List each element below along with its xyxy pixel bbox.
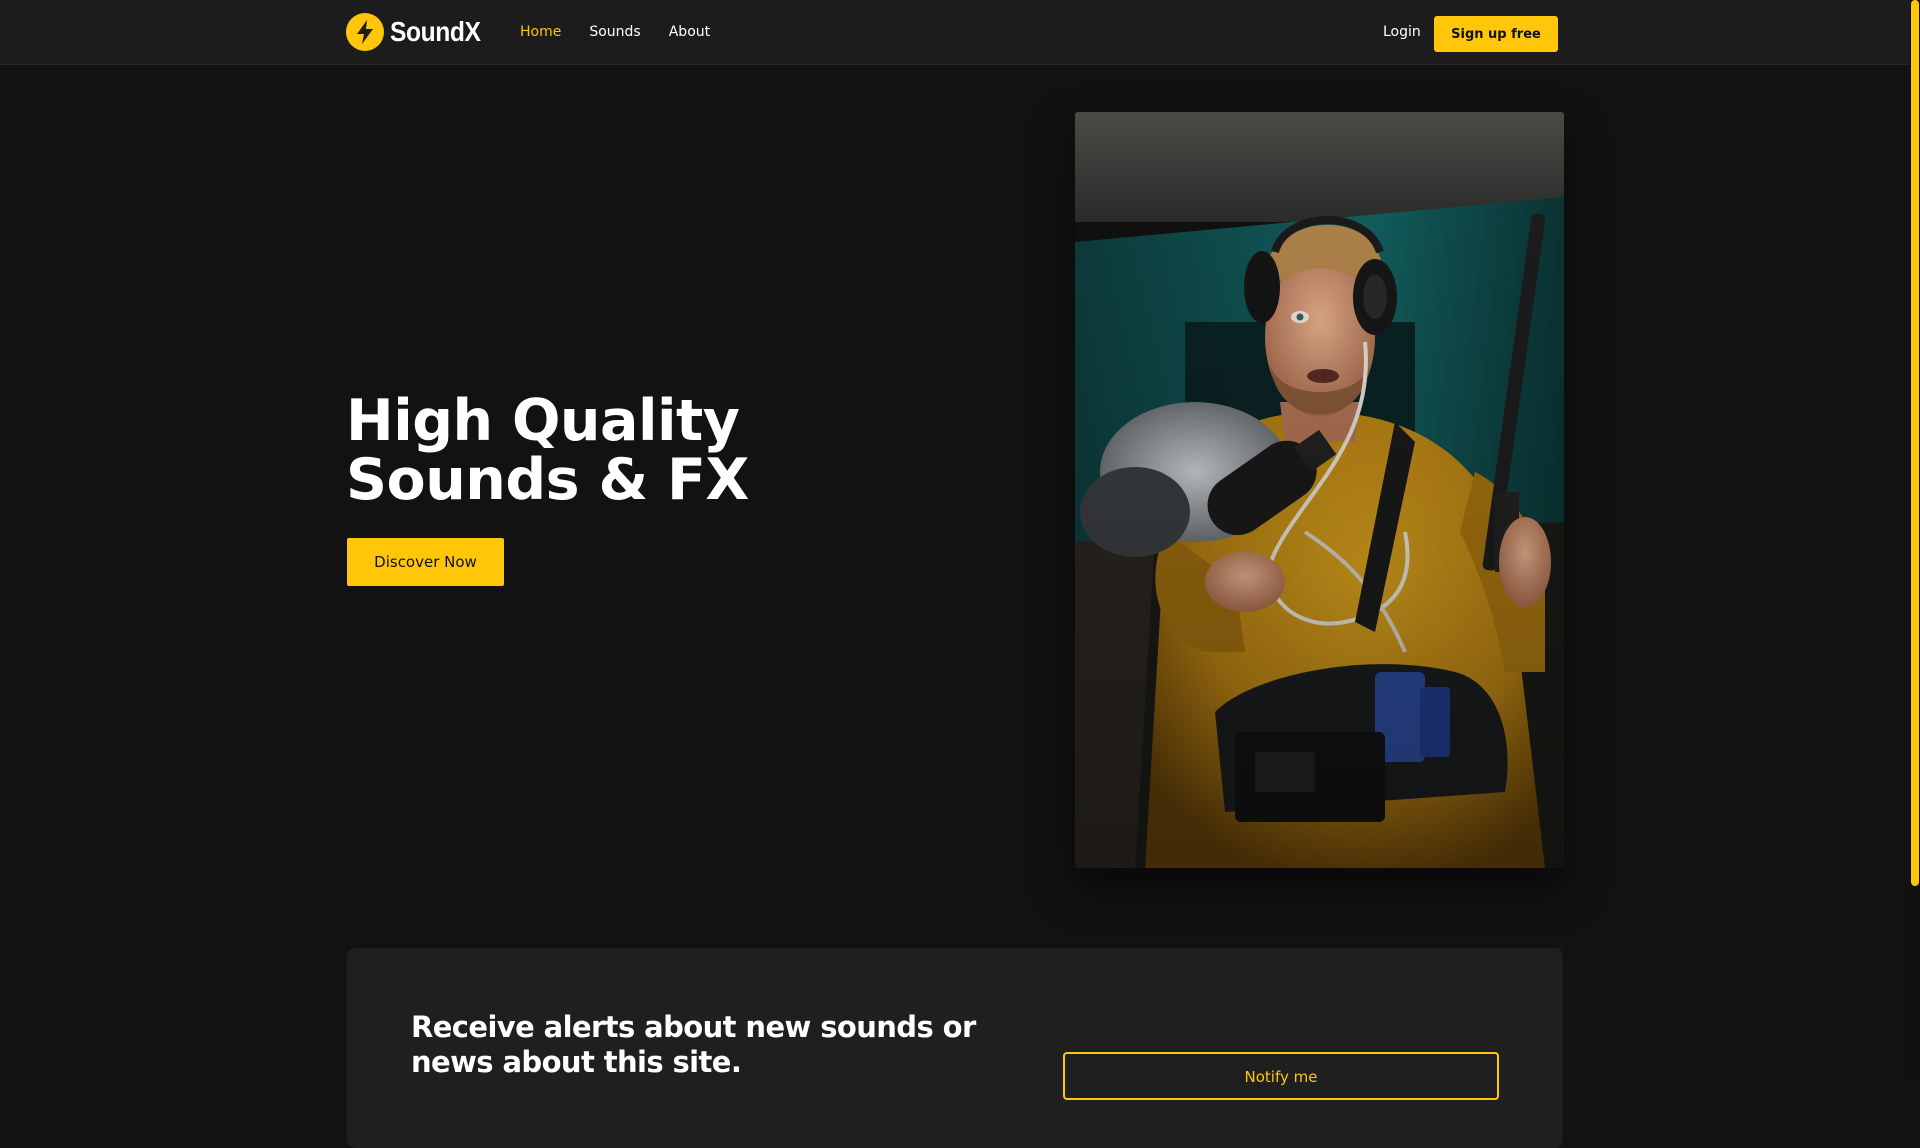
- main-nav: Home Sounds About: [520, 22, 710, 42]
- nav-link-home[interactable]: Home: [520, 22, 561, 42]
- login-link[interactable]: Login: [1383, 22, 1421, 42]
- sign-up-button[interactable]: Sign up free: [1434, 16, 1558, 52]
- alerts-text: Receive alerts about new sounds or news …: [411, 1010, 976, 1079]
- hero-photo: [1075, 112, 1564, 868]
- hero-title: High Quality Sounds & FX: [346, 388, 749, 513]
- soundx-logo[interactable]: SoundX: [346, 13, 493, 51]
- nav-link-sounds[interactable]: Sounds: [589, 22, 640, 42]
- nav-link-about[interactable]: About: [669, 22, 710, 42]
- discover-now-button[interactable]: Discover Now: [347, 538, 504, 586]
- lightning-bolt-icon: [346, 13, 384, 51]
- scrollbar-thumb[interactable]: [1911, 0, 1919, 886]
- newsletter-card: Receive alerts about new sounds or news …: [347, 948, 1563, 1148]
- notify-me-button[interactable]: Notify me: [1063, 1052, 1499, 1100]
- top-navbar: SoundX Home Sounds About Login Sign up f…: [0, 0, 1910, 65]
- brand-name: SoundX: [390, 16, 481, 47]
